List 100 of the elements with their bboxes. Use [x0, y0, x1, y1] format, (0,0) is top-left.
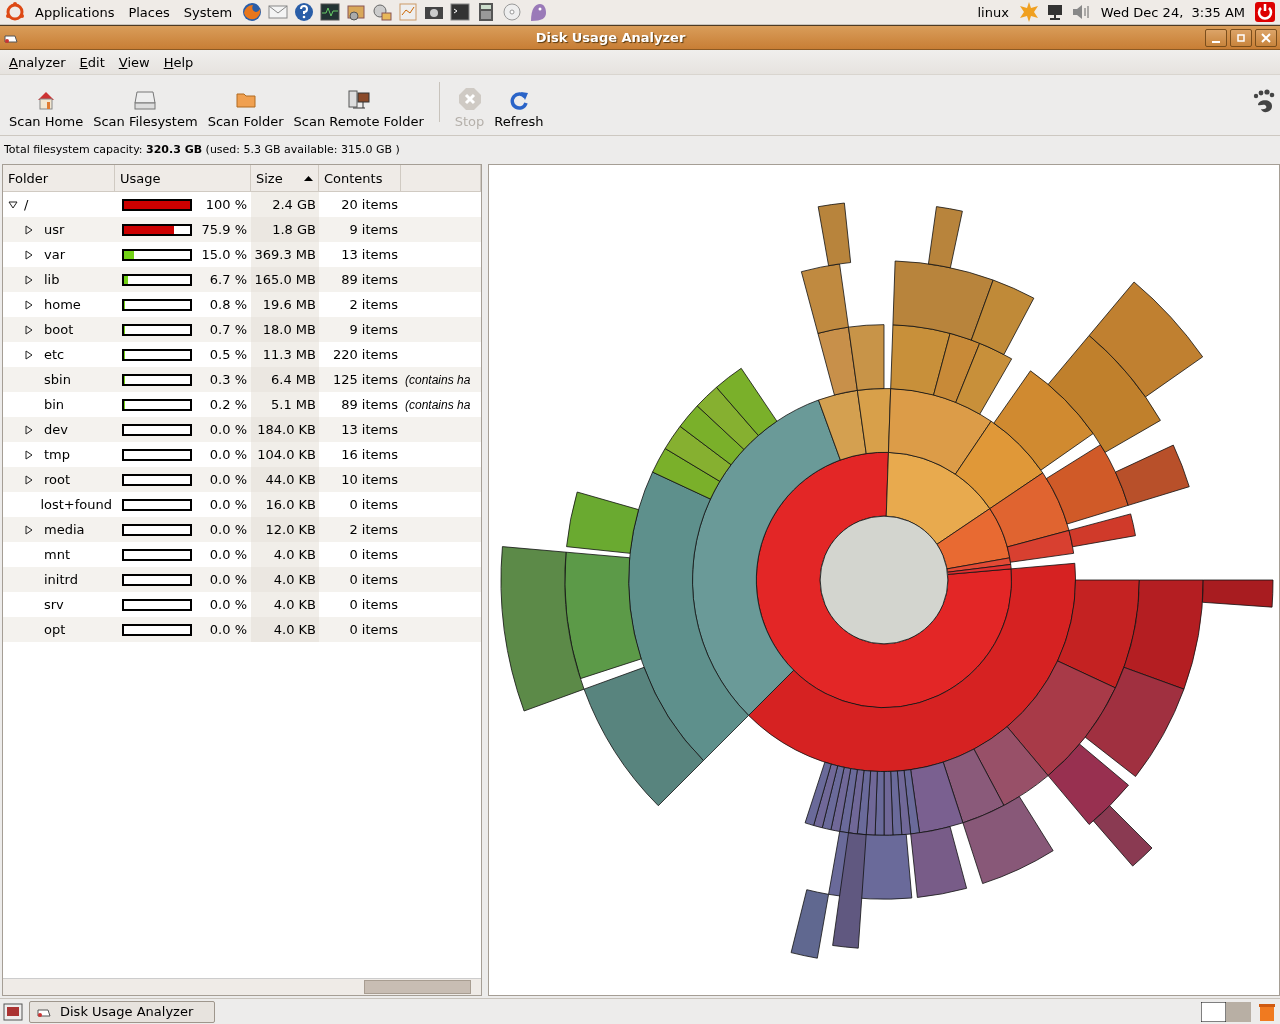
usage-bar: [122, 548, 192, 561]
panel-menu[interactable]: Places: [123, 4, 175, 20]
toolbar-button[interactable]: Scan Filesystem: [88, 89, 203, 129]
folder-size: 104.0 KB: [257, 447, 316, 462]
clock[interactable]: Wed Dec 24, 3:35 AM: [1095, 4, 1250, 20]
usage-percent: 0.0 %: [209, 622, 247, 637]
folder-size: 19.6 MB: [262, 297, 316, 312]
maximize-icon: [1236, 32, 1246, 43]
panel-menu[interactable]: System: [178, 4, 238, 20]
folder-note: (contains ha: [404, 371, 471, 389]
menu-item[interactable]: Edit: [72, 54, 112, 70]
folder-name: bin: [44, 397, 65, 412]
expand-triangle-icon[interactable]: [24, 274, 34, 285]
item-count: 0 items: [349, 597, 398, 612]
close-button[interactable]: [1255, 28, 1277, 47]
usage-bar: [122, 473, 192, 486]
show-desktop-icon[interactable]: [3, 1002, 23, 1021]
network-computers-icon: [346, 89, 371, 111]
column-header[interactable]: Size: [251, 165, 319, 191]
usage-bar: [122, 448, 192, 461]
item-count: 9 items: [349, 322, 398, 337]
panel-menu[interactable]: Applications: [30, 4, 120, 20]
folder-size: 184.0 KB: [257, 422, 316, 437]
column-header[interactable]: Usage: [115, 165, 251, 191]
terminal-icon[interactable]: [449, 1, 472, 23]
item-count: 9 items: [349, 222, 398, 237]
folder-name: var: [44, 247, 65, 262]
item-count: 125 items: [332, 372, 398, 387]
expand-triangle-icon[interactable]: [24, 449, 34, 460]
toolbar-button[interactable]: Scan Home: [4, 89, 89, 129]
folder-name: sbin: [44, 372, 71, 387]
usage-percent: 0.2 %: [209, 397, 247, 412]
usage-percent: 0.5 %: [209, 347, 247, 362]
folder-name: boot: [44, 322, 74, 337]
horizontal-scrollbar[interactable]: [3, 978, 481, 995]
help-icon[interactable]: [293, 1, 316, 23]
minimize-button[interactable]: [1205, 28, 1227, 47]
item-count: 20 items: [341, 197, 398, 212]
sunburst-drawing[interactable]: [500, 202, 1274, 959]
folder-name: root: [44, 472, 71, 487]
folder-name: srv: [44, 597, 64, 612]
trash-icon[interactable]: [1257, 1001, 1277, 1022]
expand-triangle-icon[interactable]: [24, 424, 34, 435]
folder-size: 4.0 KB: [273, 572, 316, 587]
column-header[interactable]: Contents: [319, 165, 401, 191]
user-name[interactable]: linux: [972, 4, 1014, 20]
folder-size: 369.3 MB: [254, 247, 316, 262]
menu-item[interactable]: View: [111, 54, 157, 70]
update-star-icon[interactable]: [1017, 1, 1040, 23]
expand-triangle-icon[interactable]: [24, 349, 34, 360]
folder-name: usr: [44, 222, 65, 237]
close-icon: [1261, 32, 1271, 43]
expand-triangle-icon[interactable]: [24, 474, 34, 485]
stop-icon: [457, 87, 482, 111]
folder-name: /: [24, 197, 29, 212]
capacity-info: Total filesystem capacity: 320.3 GB (used: 5.3 GB available: 315.0 GB ): [4, 142, 400, 156]
foot-logo-icon: [1252, 89, 1276, 115]
usage-percent: 0.3 %: [209, 372, 247, 387]
expand-triangle-icon[interactable]: [24, 524, 34, 535]
item-count: 16 items: [341, 447, 398, 462]
expand-triangle-icon[interactable]: [24, 324, 34, 335]
maximize-button[interactable]: [1230, 28, 1252, 47]
folder-size: 6.4 MB: [271, 372, 316, 387]
folder-size: 5.1 MB: [271, 397, 316, 412]
menu-item[interactable]: Help: [156, 54, 201, 70]
toolbar-button[interactable]: Refresh: [489, 89, 549, 129]
menu-item[interactable]: Analyzer: [2, 54, 73, 70]
item-count: 0 items: [349, 547, 398, 562]
browser-icon[interactable]: [241, 1, 264, 23]
usage-percent: 0.0 %: [209, 447, 247, 462]
power-icon[interactable]: [1254, 1, 1276, 23]
usage-bar: [122, 423, 192, 436]
collapse-triangle-icon[interactable]: [8, 199, 18, 210]
folder-name: opt: [44, 622, 66, 637]
item-count: 13 items: [341, 422, 398, 437]
usage-percent: 0.0 %: [209, 422, 247, 437]
expand-triangle-icon[interactable]: [24, 299, 34, 310]
toolbar-button[interactable]: Scan Remote Folder: [288, 89, 429, 129]
toolbar-button[interactable]: Scan Folder: [202, 89, 289, 129]
folder-name: initrd: [44, 572, 78, 587]
usage-percent: 0.0 %: [209, 522, 247, 537]
folder-size: 4.0 KB: [273, 622, 316, 637]
expand-triangle-icon[interactable]: [24, 249, 34, 260]
usage-bar: [122, 573, 192, 586]
expand-triangle-icon[interactable]: [24, 224, 34, 235]
folder-name: lib: [44, 272, 60, 287]
folder-name: lost+found: [40, 497, 112, 512]
monitor-icon[interactable]: [319, 1, 342, 23]
usage-percent: 6.7 %: [209, 272, 247, 287]
window-title: Disk Usage Analyzer: [534, 30, 687, 45]
taskbar-button[interactable]: Disk Usage Analyzer: [29, 1000, 215, 1023]
folder-size: 4.0 KB: [273, 597, 316, 612]
usage-percent: 0.0 %: [209, 597, 247, 612]
folder-size: 11.3 MB: [262, 347, 316, 362]
column-header[interactable]: Folder: [3, 165, 115, 191]
folder-size: 44.0 KB: [265, 472, 316, 487]
logo-icon[interactable]: [4, 1, 26, 23]
workspace-switcher-icon[interactable]: [1201, 1001, 1251, 1022]
usage-percent: 0.8 %: [209, 297, 247, 312]
minimize-icon: [1212, 40, 1220, 43]
